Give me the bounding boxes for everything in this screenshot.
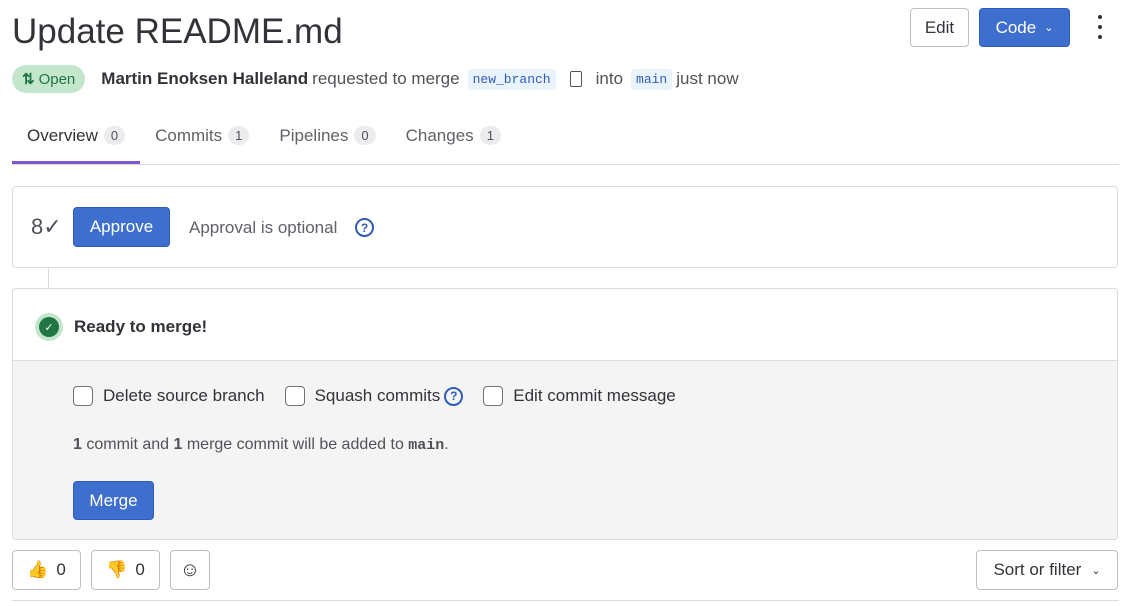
smiley-icon: ☺	[179, 558, 201, 581]
thumbs-up-count: 0	[56, 560, 66, 579]
author-link[interactable]: Martin Enoksen Halleland	[101, 69, 308, 89]
thumbs-down-button[interactable]: 👎 0	[91, 550, 160, 590]
sort-filter-dropdown[interactable]: Sort or filter ⌄	[976, 550, 1118, 590]
delete-source-branch-checkbox[interactable]: Delete source branch	[73, 386, 265, 406]
option-label: Squash commits	[314, 386, 441, 405]
tab-label: Changes	[405, 126, 474, 145]
action-text: requested to merge	[312, 69, 460, 88]
checkbox[interactable]	[483, 386, 504, 406]
chevron-down-icon: ⌄	[1091, 564, 1101, 577]
approve-button[interactable]: Approve	[73, 207, 170, 247]
tab-count: 1	[228, 126, 250, 145]
approval-card: 8✓ Approve Approval is optional ?	[12, 186, 1118, 268]
tab-changes[interactable]: Changes 1	[391, 112, 516, 164]
success-icon: ✓	[35, 313, 63, 341]
tab-count: 1	[479, 126, 501, 145]
tab-pipelines[interactable]: Pipelines 0	[264, 112, 390, 164]
tab-commits[interactable]: Commits 1	[140, 112, 264, 164]
target-branch[interactable]: main	[631, 68, 673, 90]
merge-request-icon: ⇅	[22, 71, 35, 88]
checkbox[interactable]	[73, 386, 93, 406]
target-branch: main	[408, 437, 445, 454]
mr-meta: ⇅ Open Martin Enoksen Halleland requested…	[12, 65, 739, 93]
thumbs-down-count: 0	[135, 560, 145, 579]
tab-count: 0	[103, 126, 126, 145]
chevron-down-icon: ⌄	[1044, 22, 1054, 34]
status-text: Open	[38, 70, 76, 88]
more-actions-icon[interactable]	[1090, 12, 1110, 42]
code-label: Code	[995, 17, 1037, 37]
merge-options-panel: Delete source branch Squash commits? Edi…	[13, 360, 1117, 539]
summary-end: .	[444, 436, 449, 453]
help-icon[interactable]: ?	[444, 386, 464, 406]
tab-count: 0	[354, 126, 376, 145]
merge-card: ✓ Ready to merge! Delete source branch S…	[12, 288, 1118, 540]
edit-button[interactable]: Edit	[910, 8, 969, 47]
tab-overview[interactable]: Overview 0	[12, 112, 141, 164]
checkbox[interactable]	[284, 386, 305, 406]
into-text: into	[595, 69, 624, 88]
page-title: Update README.md	[12, 12, 343, 51]
option-label: Edit commit message	[513, 386, 676, 405]
tab-label: Overview	[27, 126, 98, 145]
commit-count: 1	[73, 436, 82, 453]
connector-line	[48, 268, 49, 288]
copy-icon[interactable]	[569, 71, 582, 87]
source-branch[interactable]: new_branch	[467, 68, 556, 90]
divider	[12, 600, 1119, 601]
edit-commit-message-checkbox[interactable]: Edit commit message	[483, 386, 676, 406]
code-button[interactable]: Code ⌄	[979, 8, 1070, 47]
merge-summary: 1 commit and 1 merge commit will be adde…	[73, 436, 449, 454]
summary-text: merge commit will be added to	[182, 436, 409, 453]
approver-icon: 8✓	[31, 214, 62, 239]
tab-bar: Overview 0 Commits 1 Pipelines 0 Changes 1	[12, 112, 1119, 165]
tab-label: Commits	[155, 126, 223, 145]
squash-commits-checkbox[interactable]: Squash commits?	[284, 386, 464, 406]
merge-status: Ready to merge!	[74, 317, 208, 336]
summary-text: commit and	[81, 436, 174, 453]
tab-label: Pipelines	[279, 126, 349, 145]
add-reaction-button[interactable]: ☺	[170, 550, 210, 590]
help-icon[interactable]: ?	[355, 218, 374, 237]
approval-text: Approval is optional	[189, 218, 338, 237]
thumbs-up-icon: 👍	[27, 560, 49, 579]
merge-button[interactable]: Merge	[73, 481, 154, 520]
time-text: just now	[676, 69, 739, 88]
option-label: Delete source branch	[103, 386, 265, 405]
sort-label: Sort or filter	[993, 560, 1082, 579]
status-badge: ⇅ Open	[12, 65, 86, 93]
thumbs-down-icon: 👎	[106, 560, 128, 579]
thumbs-up-button[interactable]: 👍 0	[12, 550, 81, 590]
